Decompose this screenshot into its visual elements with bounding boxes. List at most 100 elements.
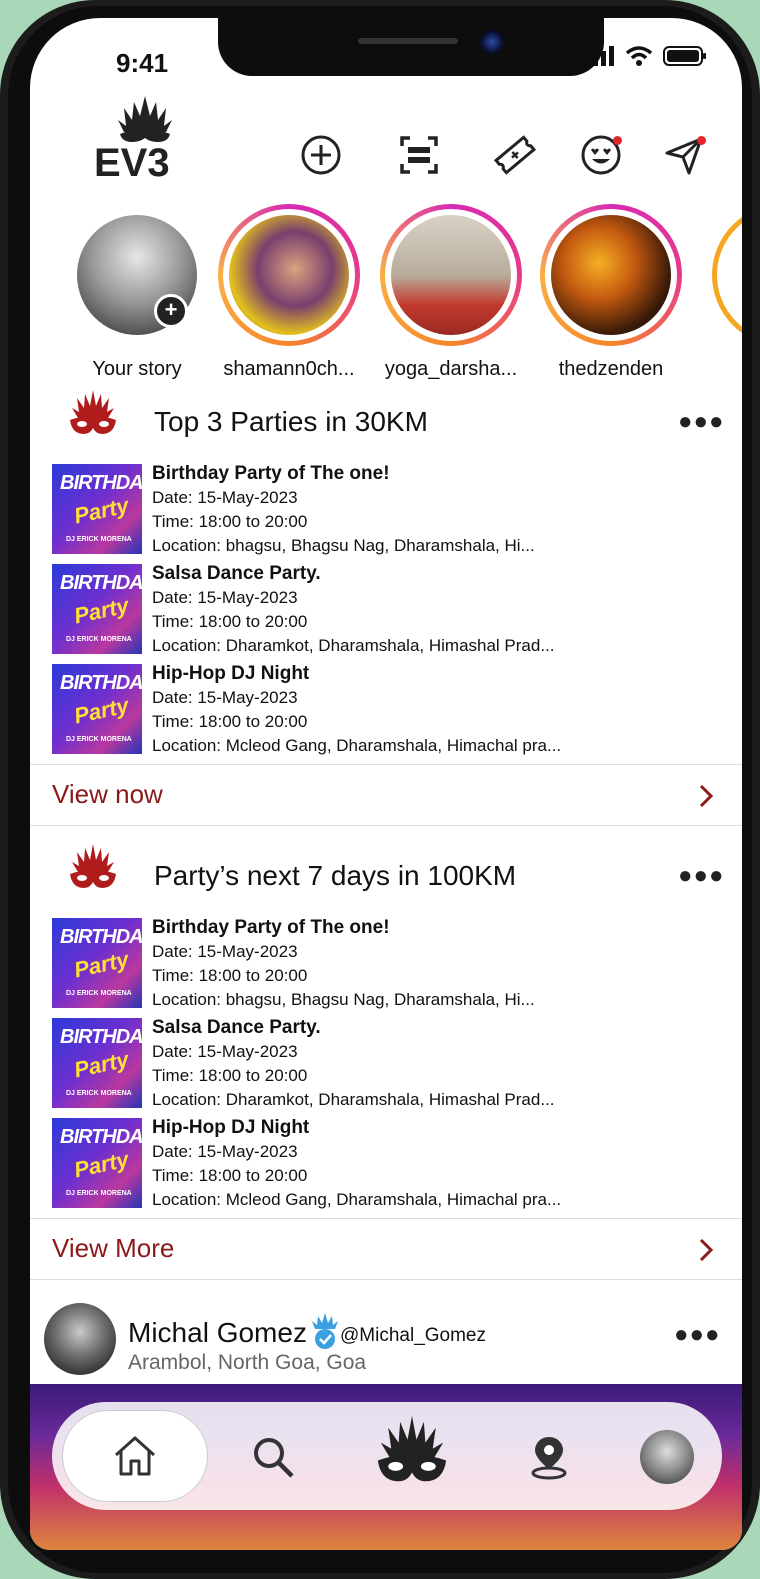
flyer-title: BIRTHDAY xyxy=(60,926,142,948)
event-date: Date: 15-May-2023 xyxy=(152,1042,298,1061)
notification-dot xyxy=(613,136,622,145)
flyer-title: BIRTHDAY xyxy=(60,472,142,494)
map-pin-icon xyxy=(531,1437,567,1480)
event-time: Time: 18:00 to 20:00 xyxy=(152,512,308,531)
event-item[interactable]: BIRTHDAY Party DJ ERICK MORENA Birthday … xyxy=(30,914,742,1014)
event-title: Hip-Hop DJ Night xyxy=(152,1117,310,1138)
nav-map[interactable] xyxy=(514,1422,584,1492)
flyer-subtitle: Party xyxy=(71,946,131,983)
eve-logo[interactable]: EV3 xyxy=(90,94,200,184)
event-date: Date: 15-May-2023 xyxy=(152,942,298,961)
front-camera xyxy=(480,30,504,54)
nav-center-logo[interactable] xyxy=(362,1408,462,1504)
nav-home[interactable] xyxy=(62,1410,208,1502)
flyer-dj: DJ ERICK MORENA xyxy=(66,1090,132,1097)
nav-search[interactable] xyxy=(238,1422,308,1492)
story-item[interactable]: thedzenden xyxy=(536,204,686,381)
verified-badge-icon xyxy=(312,1313,338,1349)
view-now-button[interactable]: View now xyxy=(30,764,742,826)
stories-row: + Your story shamann0ch... yoga_darsha..… xyxy=(30,204,742,384)
story-own[interactable]: + Your story xyxy=(62,204,212,381)
event-item[interactable]: BIRTHDAY Party DJ ERICK MORENA Salsa Dan… xyxy=(30,560,742,660)
add-story-icon[interactable]: + xyxy=(154,294,188,328)
event-flyer: BIRTHDAY Party DJ ERICK MORENA xyxy=(52,1118,142,1208)
event-flyer: BIRTHDAY Party DJ ERICK MORENA xyxy=(52,664,142,754)
post-location[interactable]: Arambol, North Goa, Goa xyxy=(128,1351,366,1375)
more-options-button[interactable]: ●●● xyxy=(678,408,725,436)
profile-avatar xyxy=(640,1430,694,1484)
story-item[interactable]: shamann0ch... xyxy=(214,204,364,381)
flyer-dj: DJ ERICK MORENA xyxy=(66,636,132,643)
more-options-button[interactable]: ●●● xyxy=(674,1321,721,1349)
event-date: Date: 15-May-2023 xyxy=(152,1142,298,1161)
view-more-button[interactable]: View More xyxy=(30,1218,742,1280)
event-item[interactable]: BIRTHDAY Party DJ ERICK MORENA Hip-Hop D… xyxy=(30,660,742,760)
section-header: Party’s next 7 days in 100KM ●●● xyxy=(30,838,742,914)
view-now-label: View now xyxy=(52,779,163,809)
event-time: Time: 18:00 to 20:00 xyxy=(152,1066,308,1085)
reactions-button[interactable] xyxy=(578,132,624,178)
event-location: Location: bhagsu, Bhagsu Nag, Dharamshal… xyxy=(152,536,535,555)
phone-frame: 9:41 EV3 + Your story shamann0ch... yoga… xyxy=(0,0,760,1579)
event-title: Salsa Dance Party. xyxy=(152,563,321,584)
battery-icon xyxy=(663,46,706,66)
app-header: EV3 xyxy=(30,88,742,198)
event-location: Location: Mcleod Gang, Dharamshala, Hima… xyxy=(152,736,562,755)
post-author-name[interactable]: Michal Gomez xyxy=(128,1317,307,1349)
post-author-handle[interactable]: @Michal_Gomez xyxy=(340,1325,486,1347)
flyer-title: BIRTHDAY xyxy=(60,1126,142,1148)
home-icon xyxy=(114,1436,156,1476)
scan-button[interactable] xyxy=(396,132,442,178)
event-location: Location: bhagsu, Bhagsu Nag, Dharamshal… xyxy=(152,990,535,1009)
story-label: shamann0ch... xyxy=(223,358,355,380)
avatar xyxy=(551,215,671,335)
story-ring xyxy=(218,204,360,346)
messages-button[interactable] xyxy=(662,132,708,178)
section-title: Party’s next 7 days in 100KM xyxy=(154,860,517,891)
more-options-button[interactable]: ●●● xyxy=(678,862,725,890)
wifi-icon xyxy=(625,46,653,66)
flyer-dj: DJ ERICK MORENA xyxy=(66,736,132,743)
event-item[interactable]: BIRTHDAY Party DJ ERICK MORENA Salsa Dan… xyxy=(30,1014,742,1114)
section-top-parties: Top 3 Parties in 30KM ●●● BIRTHDAY Party… xyxy=(30,384,742,826)
section-header: Top 3 Parties in 30KM ●●● xyxy=(30,384,742,460)
screen: 9:41 EV3 + Your story shamann0ch... yoga… xyxy=(30,18,742,1550)
tickets-button[interactable] xyxy=(492,132,538,178)
flyer-title: BIRTHDAY xyxy=(60,572,142,594)
event-date: Date: 15-May-2023 xyxy=(152,588,298,607)
bottom-nav xyxy=(52,1402,722,1510)
event-flyer: BIRTHDAY Party DJ ERICK MORENA xyxy=(52,918,142,1008)
add-icon xyxy=(301,135,341,175)
search-icon xyxy=(254,1438,294,1478)
event-date: Date: 15-May-2023 xyxy=(152,488,298,507)
story-item-partial[interactable] xyxy=(712,204,742,346)
event-item[interactable]: BIRTHDAY Party DJ ERICK MORENA Birthday … xyxy=(30,460,742,560)
event-location: Location: Mcleod Gang, Dharamshala, Hima… xyxy=(152,1190,562,1209)
notification-dot xyxy=(697,136,706,145)
flyer-dj: DJ ERICK MORENA xyxy=(66,536,132,543)
event-title: Salsa Dance Party. xyxy=(152,1017,321,1038)
section-title: Top 3 Parties in 30KM xyxy=(154,406,428,437)
create-button[interactable] xyxy=(298,132,344,178)
story-label: thedzenden xyxy=(558,358,664,380)
status-icons xyxy=(585,46,707,66)
event-flyer: BIRTHDAY Party DJ ERICK MORENA xyxy=(52,564,142,654)
avatar[interactable] xyxy=(44,1303,116,1375)
event-title: Hip-Hop DJ Night xyxy=(152,663,310,684)
mask-logo-icon xyxy=(70,844,116,888)
event-time: Time: 18:00 to 20:00 xyxy=(152,712,308,731)
flyer-subtitle: Party xyxy=(71,692,131,729)
ticket-icon xyxy=(493,135,537,175)
speaker xyxy=(358,38,458,44)
event-title: Birthday Party of The one! xyxy=(152,463,390,484)
flyer-subtitle: Party xyxy=(71,1046,131,1083)
flyer-title: BIRTHDAY xyxy=(60,672,142,694)
chevron-right-icon xyxy=(699,784,714,808)
flyer-dj: DJ ERICK MORENA xyxy=(66,1190,132,1197)
flyer-subtitle: Party xyxy=(71,492,131,529)
story-item[interactable]: yoga_darsha... xyxy=(376,204,526,381)
flyer-dj: DJ ERICK MORENA xyxy=(66,990,132,997)
scan-icon xyxy=(400,136,438,174)
event-item[interactable]: BIRTHDAY Party DJ ERICK MORENA Hip-Hop D… xyxy=(30,1114,742,1214)
nav-profile[interactable] xyxy=(632,1422,702,1492)
